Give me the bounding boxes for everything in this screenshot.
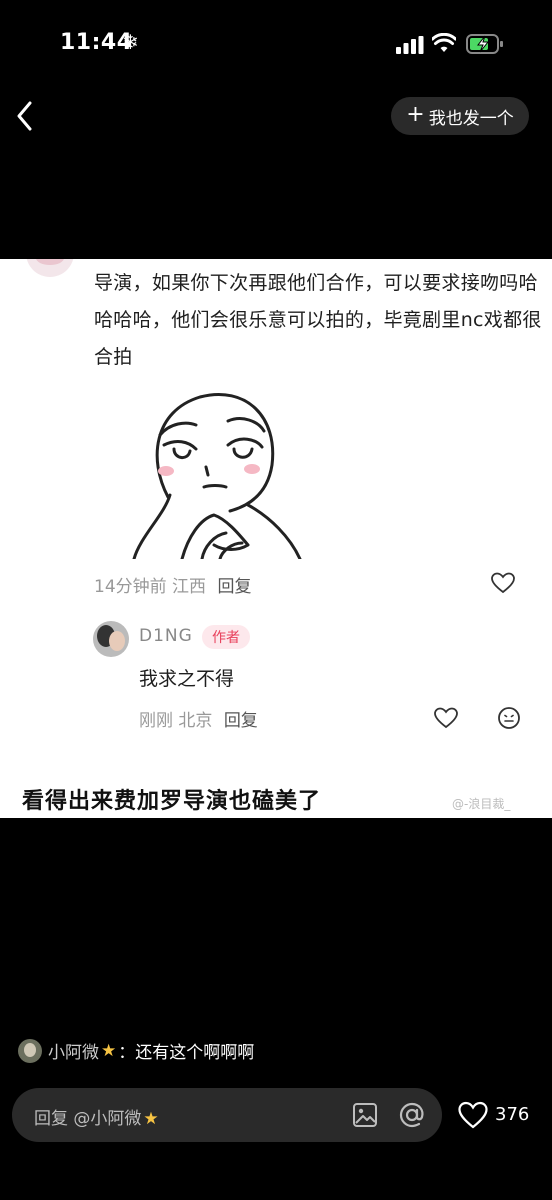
preview-username: 小阿微 bbox=[48, 1043, 99, 1063]
reply-reply-button[interactable]: 回复 bbox=[224, 711, 258, 731]
status-bar: 11:44 ❄ bbox=[0, 0, 552, 88]
post-too-button[interactable]: + 我也发一个 bbox=[391, 97, 529, 135]
reply-like-heart-icon[interactable] bbox=[434, 707, 458, 729]
cellular-signal-icon bbox=[396, 36, 424, 54]
preview-text: ：还有这个啊啊啊 bbox=[118, 1043, 255, 1063]
battery-charging-icon bbox=[466, 34, 503, 54]
meme-sticker bbox=[132, 393, 302, 559]
reply-meta: 刚刚 北京 回复 bbox=[139, 706, 258, 731]
post-like-heart-icon[interactable] bbox=[458, 1101, 488, 1129]
reply-location: 北京 bbox=[178, 711, 213, 731]
star-emoji-icon: ★ bbox=[101, 1040, 117, 1061]
commenter-avatar[interactable] bbox=[26, 259, 74, 277]
comment-location: 江西 bbox=[172, 577, 207, 597]
comment-like-heart-icon[interactable] bbox=[491, 572, 515, 594]
emoji-reaction-icon[interactable] bbox=[497, 706, 521, 730]
reply-text: 我求之不得 bbox=[139, 668, 235, 690]
back-chevron-icon[interactable] bbox=[12, 98, 40, 134]
wifi-icon bbox=[432, 33, 456, 52]
reply-input-placeholder: 回复 @小阿微 ★ bbox=[34, 1109, 159, 1129]
image-picker-icon[interactable] bbox=[352, 1102, 378, 1128]
weibo-watermark: @-浪目裁_ bbox=[452, 797, 511, 811]
author-avatar[interactable] bbox=[93, 621, 129, 657]
reply-time: 刚刚 bbox=[139, 711, 173, 731]
reply-author-name[interactable]: D1NG bbox=[139, 626, 193, 646]
preview-avatar bbox=[18, 1038, 42, 1063]
reply-input[interactable]: 回复 @小阿微 ★ bbox=[12, 1088, 442, 1142]
comment-meta: 14分钟前 江西 回复 bbox=[94, 572, 251, 597]
comment-time: 14分钟前 bbox=[94, 577, 167, 597]
post-too-label: 我也发一个 bbox=[428, 108, 514, 129]
screenshot-panel: 导演，如果你下次再跟他们合作，可以要求接吻吗哈哈哈哈，他们会很乐意可以拍的，毕竟… bbox=[0, 259, 552, 818]
caption-text: 看得出来费加罗导演也磕美了 bbox=[22, 789, 322, 814]
like-count: 376 bbox=[495, 1104, 530, 1125]
comment-preview[interactable]: 小阿微 ★ ：还有这个啊啊啊 bbox=[18, 1038, 254, 1063]
star-emoji-icon: ★ bbox=[143, 1109, 159, 1129]
plus-icon: + bbox=[406, 102, 425, 127]
author-badge: 作者 bbox=[202, 625, 250, 649]
comment-reply-button[interactable]: 回复 bbox=[217, 577, 251, 597]
mention-at-icon[interactable] bbox=[398, 1101, 426, 1129]
snowflake-icon: ❄ bbox=[122, 30, 139, 54]
comment-text: 导演，如果你下次再跟他们合作，可以要求接吻吗哈哈哈哈，他们会很乐意可以拍的，毕竟… bbox=[94, 272, 542, 368]
